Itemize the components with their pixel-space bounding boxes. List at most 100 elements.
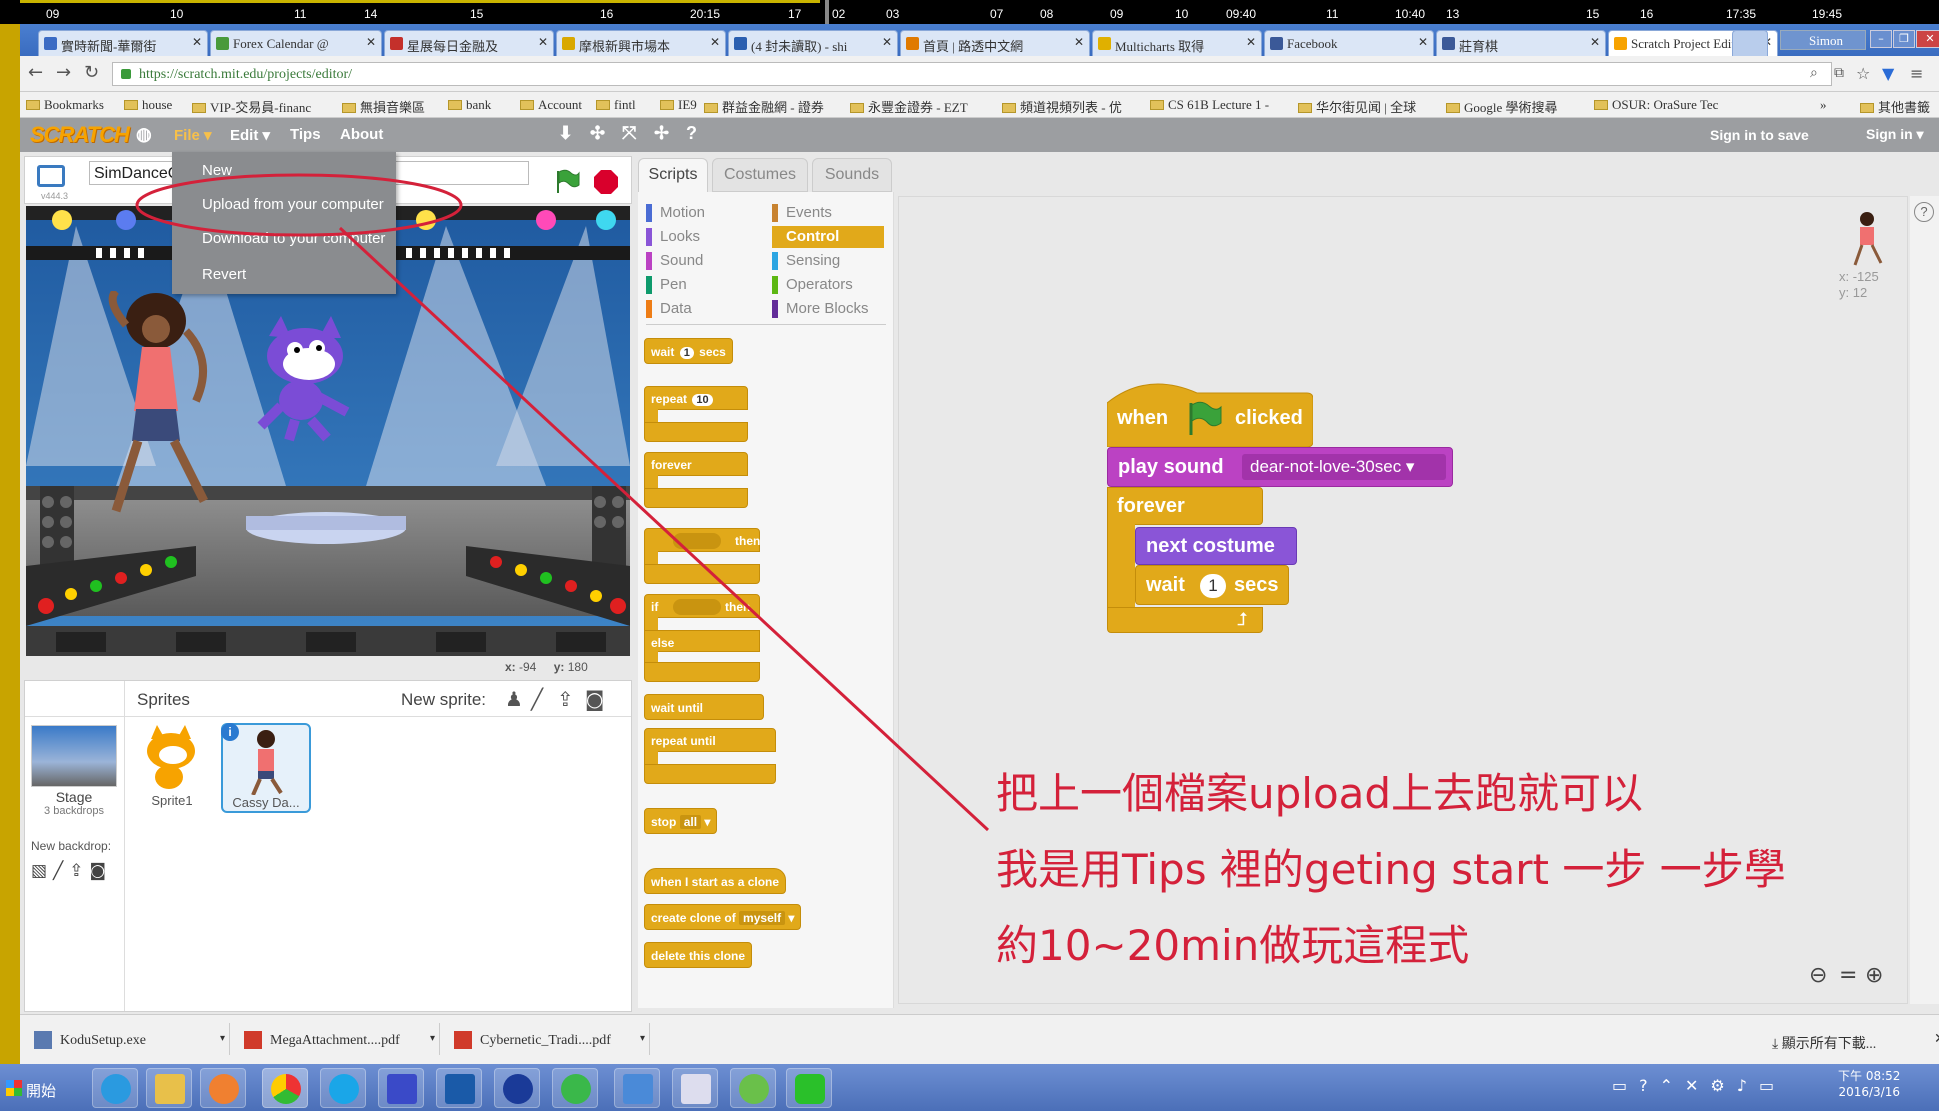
shield-icon[interactable]: ▼	[1882, 64, 1894, 83]
category-motion[interactable]: Motion	[646, 202, 756, 224]
start-button[interactable]: 開始	[0, 1068, 80, 1108]
browser-tab[interactable]: 實時新聞-華爾街 ✕	[38, 30, 208, 56]
block-wait-until[interactable]: wait until	[644, 694, 764, 720]
reload-icon[interactable]: ↻	[84, 62, 99, 83]
duplicate-icon[interactable]: ⬇	[558, 123, 573, 144]
block-wait-secs[interactable]: wait 1 secs	[644, 338, 733, 364]
camera-sprite-icon[interactable]: ◙	[585, 687, 604, 711]
category-data[interactable]: Data	[646, 298, 756, 320]
cassy-dancer-sprite[interactable]	[86, 291, 226, 531]
bookmark-item[interactable]: Bookmarks	[26, 97, 104, 113]
category-more-blocks[interactable]: More Blocks	[772, 298, 882, 320]
tab-close-icon[interactable]: ✕	[710, 35, 720, 49]
tab-close-icon[interactable]: ✕	[1074, 35, 1084, 49]
block-stop[interactable]: stop all ▾	[644, 808, 718, 834]
browser-tab[interactable]: Forex Calendar @ ✕	[210, 30, 382, 56]
download-item-mega[interactable]: MegaAttachment....pdf ▾	[234, 1023, 440, 1055]
bookmark-item[interactable]: Account	[520, 97, 582, 113]
globe-icon[interactable]: ◍	[136, 124, 152, 145]
sprite-thumbnail-cassy[interactable]: i Cassy Da...	[221, 723, 311, 813]
sign-in-to-save-link[interactable]: Sign in to save	[1710, 127, 1809, 143]
taskbar-app-icon[interactable]	[378, 1068, 424, 1108]
block-when-start-clone[interactable]: when I start as a clone	[644, 868, 787, 894]
download-item-cybernetic[interactable]: Cybernetic_Tradi....pdf ▾	[444, 1023, 650, 1055]
bookmark-item[interactable]: Google 學術搜尋	[1446, 97, 1558, 116]
taskbar-clock[interactable]: 下午 08:52 2016/3/16	[1838, 1068, 1900, 1100]
taskbar-foxit-icon[interactable]	[436, 1068, 482, 1108]
bookmark-item[interactable]: 其他書籤	[1860, 97, 1930, 116]
bookmark-item[interactable]: 群益金融網 - 證券	[704, 97, 824, 116]
bookmark-item[interactable]: CS 61B Lecture 1 -	[1150, 97, 1269, 113]
bookmark-item[interactable]: 永豐金證券 - EZT	[850, 97, 968, 116]
extension-icon[interactable]: ⧉	[1834, 65, 1844, 81]
browser-tab[interactable]: 莊育棋 ✕	[1436, 30, 1606, 56]
sound-dropdown[interactable]: dear-not-love-30sec ▾	[1242, 454, 1446, 480]
back-icon[interactable]: ←	[28, 62, 43, 83]
sign-in-menu[interactable]: Sign in ▾	[1866, 126, 1924, 143]
category-operators[interactable]: Operators	[772, 274, 882, 296]
category-events[interactable]: Events	[772, 202, 882, 224]
bookmark-item[interactable]: 無損音樂區	[342, 97, 425, 116]
browser-tab[interactable]: Multicharts 取得 ✕	[1092, 30, 1262, 56]
restore-button[interactable]: ❐	[1893, 30, 1915, 48]
star-icon[interactable]: ☆	[1856, 64, 1870, 83]
close-downloads-icon[interactable]: ✕	[1934, 1031, 1939, 1047]
taskbar-media-icon[interactable]	[200, 1068, 246, 1108]
block-wait-num[interactable]: 1	[679, 347, 694, 359]
taskbar-android-icon[interactable]	[730, 1068, 776, 1108]
block-clone-dropdown[interactable]: myself	[739, 911, 786, 925]
script-next-costume[interactable]: next costume	[1135, 527, 1297, 565]
file-menu-download[interactable]: Download to your computer	[202, 230, 385, 247]
bookmark-item[interactable]: house	[124, 97, 172, 113]
category-pen[interactable]: Pen	[646, 274, 756, 296]
paint-sprite-icon[interactable]: ╱	[531, 687, 543, 711]
bookmark-item[interactable]: fintl	[596, 97, 636, 113]
bookmark-item[interactable]: 頻道視頻列表 - 优	[1002, 97, 1122, 116]
upload-sprite-icon[interactable]: ⇪	[557, 687, 574, 711]
taskbar-line-icon[interactable]	[786, 1068, 832, 1108]
block-repeat[interactable]: repeat 10	[644, 386, 748, 446]
close-window-button[interactable]: ✕	[1916, 30, 1939, 48]
tab-close-icon[interactable]: ✕	[1590, 35, 1600, 49]
tab-scripts[interactable]: Scripts	[638, 158, 708, 192]
profile-button[interactable]: Simon	[1780, 30, 1866, 50]
block-if-then-else[interactable]: if then else	[644, 594, 760, 684]
scratch-cat-sprite[interactable]	[251, 316, 361, 446]
bookmark-item[interactable]: IE9	[660, 97, 697, 113]
browser-tab[interactable]: 摩根新興市場本 ✕	[556, 30, 726, 56]
zoom-icon[interactable]: ⌕	[1810, 65, 1818, 81]
tab-close-icon[interactable]: ✕	[1418, 35, 1428, 49]
cut-icon[interactable]: ✣	[590, 123, 605, 144]
bookmark-item[interactable]: 华尔街见闻 | 全球	[1298, 97, 1416, 116]
choose-sprite-library-icon[interactable]: ♟	[505, 687, 523, 711]
tab-close-icon[interactable]: ✕	[366, 35, 376, 49]
sprite-info-icon[interactable]: i	[221, 723, 239, 741]
download-item-kodu[interactable]: KoduSetup.exe ▾	[24, 1023, 230, 1055]
system-tray-icons[interactable]: ▭?⌃✕⚙♪▭	[1612, 1076, 1786, 1095]
fullscreen-icon[interactable]	[37, 165, 65, 187]
taskbar-explorer-icon[interactable]	[146, 1068, 192, 1108]
category-sound[interactable]: Sound	[646, 250, 756, 272]
shrink-icon[interactable]: ✢	[654, 123, 669, 144]
bookmark-item[interactable]: VIP-交易員-financ	[192, 97, 311, 116]
taskbar-fx-icon[interactable]	[672, 1068, 718, 1108]
block-stop-dropdown[interactable]: all	[679, 815, 702, 829]
zoom-reset-icon[interactable]: =	[1839, 963, 1857, 988]
new-backdrop-icons[interactable]: ▧╱⇪◙	[31, 861, 112, 881]
minimize-button[interactable]: –	[1870, 30, 1892, 48]
tab-close-icon[interactable]: ✕	[1246, 35, 1256, 49]
bookmark-item[interactable]: OSUR: OraSure Tec	[1594, 97, 1718, 113]
file-menu-new[interactable]: New	[202, 162, 232, 179]
browser-tab[interactable]: 首頁 | 路透中文網 ✕	[900, 30, 1090, 56]
help-icon[interactable]: ?	[686, 123, 697, 144]
script-wait-secs[interactable]: wait 1 secs	[1135, 565, 1289, 605]
taskbar-browser2-icon[interactable]	[552, 1068, 598, 1108]
block-if-then[interactable]: then	[644, 528, 760, 588]
show-all-downloads-link[interactable]: ⤓ 顯示所有下載...	[1772, 1033, 1876, 1053]
zoom-out-icon[interactable]: ⊖	[1809, 963, 1827, 988]
category-sensing[interactable]: Sensing	[772, 250, 882, 272]
taskbar-moon-icon[interactable]	[494, 1068, 540, 1108]
menu-tips[interactable]: Tips	[290, 126, 321, 143]
file-menu-upload[interactable]: Upload from your computer	[202, 196, 384, 213]
tab-close-icon[interactable]: ✕	[192, 35, 202, 49]
